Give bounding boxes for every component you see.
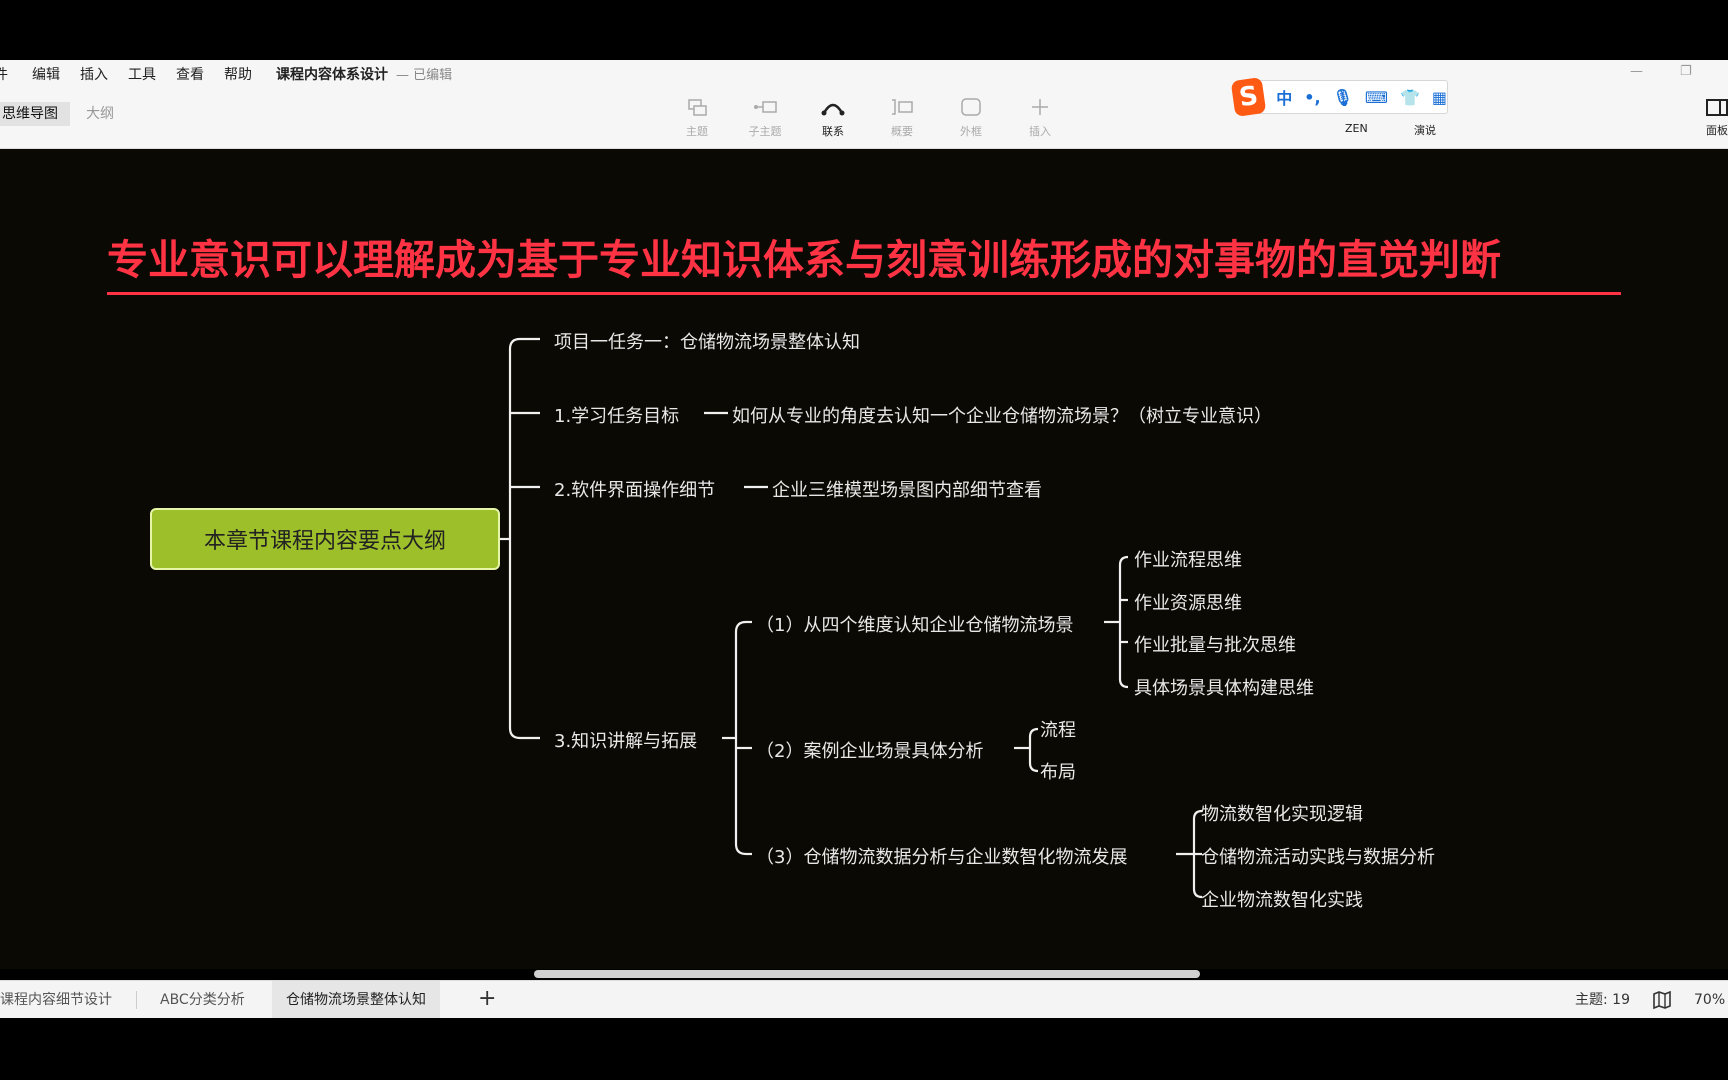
insert-button[interactable]: 插入	[1015, 95, 1065, 139]
microphone-icon[interactable]: 🎙	[1333, 88, 1353, 107]
subtopic-layout[interactable]: 布局	[1040, 758, 1076, 784]
ime-toolbar[interactable]: S 中 •, 🎙 ⌨ 👕 ▦	[1230, 77, 1448, 117]
mindmap-root-topic[interactable]: 本章节课程内容要点大纲	[150, 508, 500, 570]
document-status: — 已编辑	[396, 68, 453, 83]
subtopic-button[interactable]: 子主题	[740, 95, 790, 139]
ime-chinese-mode[interactable]: 中	[1276, 85, 1292, 109]
subtopic-digital-practice[interactable]: 企业物流数智化实践	[1201, 886, 1363, 912]
subtopic-flow[interactable]: 流程	[1040, 716, 1076, 742]
sheet-divider	[136, 991, 137, 1009]
panel-label[interactable]: 面板	[1706, 122, 1728, 138]
topic-knowledge-extension[interactable]: 3.知识讲解与拓展	[554, 727, 697, 753]
topic-label: 主题	[686, 125, 708, 138]
map-view-icon[interactable]	[1652, 990, 1672, 1013]
subtopic-four-dimensions[interactable]: （1）从四个维度认知企业仓储物流场景	[756, 611, 1073, 637]
presentation-label[interactable]: 演说	[1414, 122, 1436, 138]
tab-outline[interactable]: 大纲	[80, 102, 120, 126]
panel-icon[interactable]	[1706, 99, 1728, 121]
topic-count: 主题: 19	[1575, 992, 1630, 1008]
headline-text[interactable]: 专业意识可以理解成为基于专业知识体系与刻意训练形成的对事物的直觉判断	[107, 226, 1621, 295]
sheet-tab-abc-analysis[interactable]: ABC分类分析	[146, 981, 259, 1019]
insert-icon	[1015, 95, 1065, 119]
toolbar: 思维导图 大纲 主题 子主题 联系 概要 外框 插入	[0, 87, 1728, 149]
keyboard-icon[interactable]: ⌨	[1365, 88, 1388, 107]
skin-shirt-icon[interactable]: 👕	[1400, 88, 1420, 107]
relationship-icon	[808, 95, 858, 119]
summary-button[interactable]: 概要	[877, 95, 927, 139]
menu-view[interactable]: 查看	[176, 64, 204, 84]
subtopic-activity-practice[interactable]: 仓储物流活动实践与数据分析	[1201, 843, 1435, 869]
summary-label: 概要	[891, 125, 913, 138]
add-sheet-button[interactable]: +	[478, 981, 496, 1017]
document-title: 课程内容体系设计	[276, 66, 388, 83]
subtopic-resource-thinking[interactable]: 作业资源思维	[1134, 589, 1242, 615]
topic-learning-goal[interactable]: 1.学习任务目标	[554, 402, 679, 428]
horizontal-scrollbar[interactable]	[534, 970, 1200, 978]
restore-icon[interactable]: ❐	[1680, 64, 1692, 79]
zoom-level[interactable]: 70%	[1694, 981, 1725, 1019]
topic-learning-goal-detail[interactable]: 如何从专业的角度去认知一个企业仓储物流场景？（树立专业意识）	[732, 402, 1272, 428]
sogou-logo-icon: S	[1230, 77, 1267, 117]
menu-tools[interactable]: 工具	[128, 64, 156, 84]
tab-mindmap[interactable]: 思维导图	[0, 102, 70, 126]
sheet-tab-course-detail[interactable]: 课程内容细节设计	[0, 981, 126, 1019]
subtopic-digital-logic[interactable]: 物流数智化实现逻辑	[1201, 800, 1363, 826]
subtopic-case-analysis[interactable]: （2）案例企业场景具体分析	[756, 737, 983, 763]
topic-software-ui[interactable]: 2.软件界面操作细节	[554, 476, 715, 502]
subtopic-label: 子主题	[748, 125, 782, 138]
screen-bottom-border	[0, 1018, 1728, 1080]
menu-help[interactable]: 帮助	[224, 64, 252, 84]
subtopic-data-analysis[interactable]: （3）仓储物流数据分析与企业数智化物流发展	[756, 843, 1127, 869]
minimize-icon[interactable]: —	[1630, 64, 1643, 79]
menu-edit[interactable]: 编辑	[32, 64, 60, 84]
screen-top-border	[0, 0, 1728, 60]
sheet-tab-warehouse-scene[interactable]: 仓储物流场景整体认知	[272, 981, 440, 1019]
topic-project-task[interactable]: 项目一任务一：仓储物流场景整体认知	[554, 328, 860, 354]
punctuation-icon[interactable]: •,	[1304, 88, 1320, 107]
relationship-label: 联系	[822, 125, 844, 138]
summary-icon	[877, 95, 927, 119]
topic-icon	[672, 95, 722, 119]
subtopic-process-thinking[interactable]: 作业流程思维	[1134, 546, 1242, 572]
topic-software-ui-detail[interactable]: 企业三维模型场景图内部细节查看	[772, 476, 1042, 502]
relationship-button[interactable]: 联系	[808, 95, 858, 139]
status-bar: 课程内容细节设计 ABC分类分析 仓储物流场景整体认知 + 主题: 19 70%	[0, 980, 1728, 1019]
menu-file[interactable]: 件	[0, 64, 8, 84]
boundary-button[interactable]: 外框	[946, 95, 996, 139]
topic-button[interactable]: 主题	[672, 95, 722, 139]
subtopic-scene-thinking[interactable]: 具体场景具体构建思维	[1134, 674, 1314, 700]
zen-mode-label[interactable]: ZEN	[1345, 122, 1368, 135]
subtopic-batch-thinking[interactable]: 作业批量与批次思维	[1134, 631, 1296, 657]
apps-grid-icon[interactable]: ▦	[1432, 88, 1447, 107]
boundary-icon	[946, 95, 996, 119]
subtopic-icon	[740, 95, 790, 119]
insert-label: 插入	[1029, 125, 1051, 138]
boundary-label: 外框	[960, 125, 982, 138]
menu-bar: 件 编辑 插入 工具 查看 帮助 课程内容体系设计 — 已编辑 — ❐	[0, 60, 1728, 87]
menu-insert[interactable]: 插入	[80, 64, 108, 84]
